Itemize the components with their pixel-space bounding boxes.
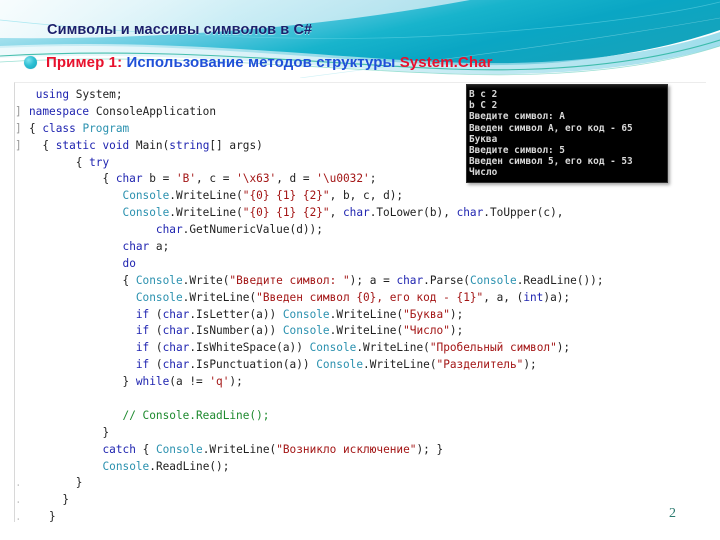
code-line: }	[15, 425, 604, 442]
code-line: Console.WriteLine("{0} {1} {2}", char.To…	[15, 205, 604, 222]
code-line	[15, 391, 604, 408]
code-line: // Console.ReadLine();	[15, 408, 604, 425]
code-gutter-marker	[15, 188, 29, 205]
console-output-window: B c 2b C 2 Введите символ: A Введен символ…	[466, 84, 668, 183]
code-gutter-marker	[15, 155, 29, 172]
code-line: catch { Console.WriteLine("Возникло искл…	[15, 442, 604, 459]
code-line: if (char.IsWhiteSpace(a)) Console.WriteL…	[15, 340, 604, 357]
code-gutter-marker	[15, 459, 29, 476]
code-gutter-marker	[15, 408, 29, 425]
console-output-line: Введите символ: A	[469, 111, 565, 123]
code-gutter-marker: ]	[15, 104, 22, 118]
code-gutter-marker	[15, 340, 29, 357]
code-gutter-marker	[15, 273, 29, 290]
code-line: char a;	[15, 239, 604, 256]
code-gutter-marker	[15, 323, 29, 340]
code-gutter-marker	[15, 256, 29, 273]
code-gutter-marker	[15, 205, 29, 222]
code-line: Console.WriteLine("Введен символ {0}, ег…	[15, 290, 604, 307]
code-gutter-marker	[15, 239, 29, 256]
code-line: } while(a != 'q');	[15, 374, 604, 391]
console-output-line: Введен символ 5, его код - 53	[469, 156, 633, 168]
code-gutter-marker: .	[15, 493, 22, 507]
bullet-circle-icon	[24, 56, 37, 69]
code-gutter-marker	[15, 307, 29, 324]
console-output-line: b C 2	[469, 100, 498, 112]
code-gutter-marker	[15, 374, 29, 391]
code-line: if (char.IsNumber(a)) Console.WriteLine(…	[15, 323, 604, 340]
code-gutter-marker	[15, 290, 29, 307]
console-output-line: Введите символ: 5	[469, 144, 565, 156]
code-line: { Console.Write("Введите символ: "); a =…	[15, 273, 604, 290]
code-gutter-marker: ]	[15, 121, 22, 135]
console-output-line: Буква	[469, 133, 498, 145]
subtitle-middle: Использование методов структуры	[122, 54, 400, 71]
code-gutter-marker	[15, 425, 29, 442]
subtitle-prefix: Пример 1:	[46, 54, 123, 71]
code-gutter-marker	[15, 357, 29, 374]
code-gutter-marker	[15, 222, 29, 239]
console-output-lines: B c 2b C 2 Введите символ: A Введен символ…	[467, 89, 667, 179]
code-line: do	[15, 256, 604, 273]
code-gutter-marker	[15, 391, 29, 408]
code-line: . }	[15, 475, 604, 492]
code-gutter-marker	[15, 171, 29, 188]
subtitle-row: Пример 1: Использование методов структур…	[24, 54, 493, 71]
presentation-slide: Символы и массивы символов в C# Пример 1…	[0, 0, 720, 540]
code-gutter-marker	[15, 87, 29, 104]
console-output-line: Число	[469, 167, 498, 179]
page-title: Символы и массивы символов в C#	[47, 22, 313, 38]
page-number: 2	[669, 506, 676, 521]
code-line: . }	[15, 492, 604, 509]
subtitle-text: Пример 1: Использование методов структур…	[46, 54, 493, 71]
code-line: . }	[15, 509, 604, 526]
code-line: char.GetNumericValue(d));	[15, 222, 604, 239]
code-line: Console.ReadLine();	[15, 459, 604, 476]
code-gutter-marker	[15, 442, 29, 459]
code-line: if (char.IsPunctuation(a)) Console.Write…	[15, 357, 604, 374]
code-gutter-marker: .	[15, 476, 22, 490]
code-line: Console.WriteLine("{0} {1} {2}", b, c, d…	[15, 188, 604, 205]
console-output-line: B c 2	[469, 89, 498, 100]
code-gutter-marker: ]	[15, 138, 22, 152]
subtitle-suffix: System.Char	[399, 54, 493, 71]
code-line: if (char.IsLetter(a)) Console.WriteLine(…	[15, 307, 604, 324]
code-gutter-marker: .	[15, 510, 22, 524]
console-output-line: Введен символ A, его код - 65	[469, 122, 633, 134]
